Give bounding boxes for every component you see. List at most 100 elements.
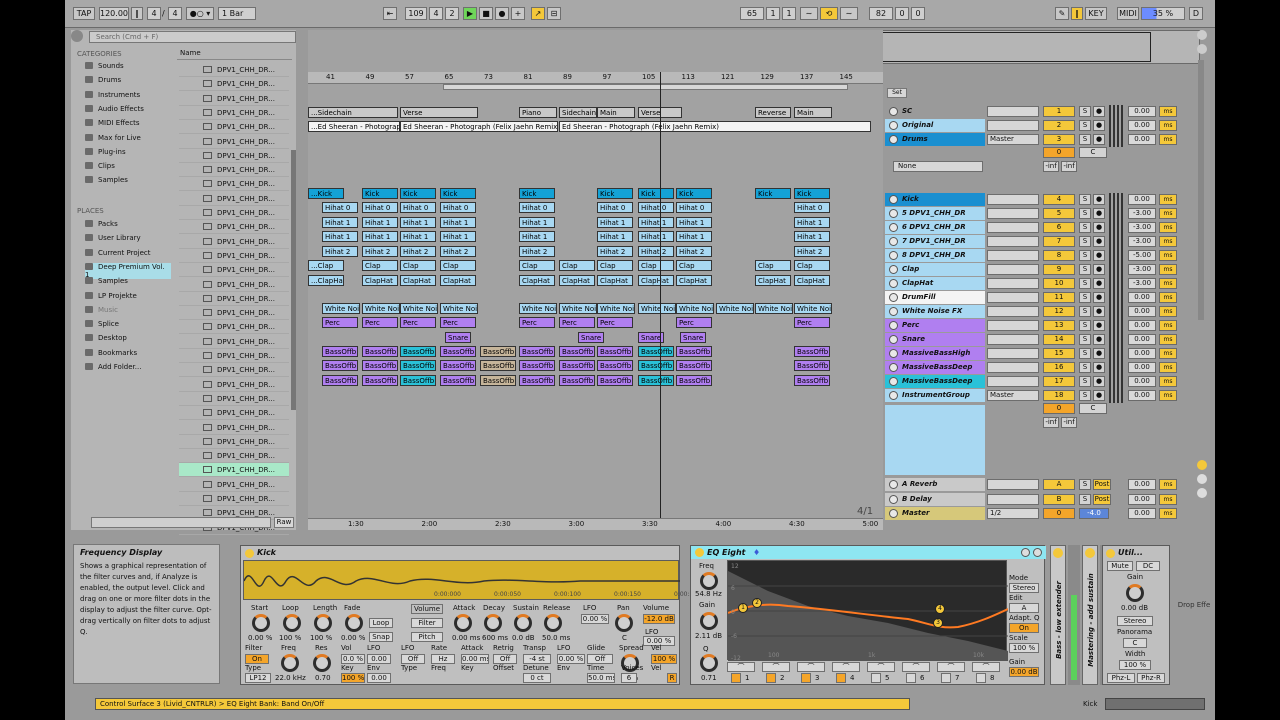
- category-item[interactable]: Samples: [85, 176, 128, 184]
- band-filter-type[interactable]: ⌒: [937, 662, 965, 672]
- midi-clip[interactable]: White Nois: [559, 303, 597, 314]
- volume-tab[interactable]: Volume: [411, 604, 443, 614]
- midi-clip[interactable]: BassOffb: [676, 360, 712, 371]
- midi-clip[interactable]: Perc: [676, 317, 712, 328]
- midi-clip[interactable]: Hihat 2: [400, 246, 436, 257]
- detune-value[interactable]: 0 ct: [523, 673, 551, 683]
- midi-clip[interactable]: Snare: [680, 332, 706, 343]
- track-name[interactable]: MassiveBassDeep: [885, 375, 985, 388]
- input-select[interactable]: None: [893, 161, 983, 172]
- midi-clip[interactable]: BassOffb: [559, 346, 595, 357]
- envelope-knob[interactable]: [454, 614, 472, 632]
- midi-clip[interactable]: ClapHat: [519, 275, 555, 286]
- file-item[interactable]: DPV1_CHH_DR...: [179, 263, 289, 278]
- solo-button[interactable]: S: [1079, 236, 1091, 247]
- midi-clip[interactable]: ...ClapHat: [308, 275, 344, 286]
- track-header[interactable]: Snare 14 S ● 0.00 ms: [885, 333, 1185, 347]
- track-activator-icon[interactable]: [889, 195, 898, 204]
- return-io-slot[interactable]: 1/2: [987, 508, 1039, 519]
- track-name[interactable]: ClapHat: [885, 277, 985, 290]
- adapt-q-button[interactable]: On: [1009, 623, 1039, 633]
- midi-clip[interactable]: Hihat 2: [794, 246, 830, 257]
- track-activator-icon[interactable]: [889, 363, 898, 372]
- overdub-icon[interactable]: +: [511, 7, 525, 20]
- transpose-value[interactable]: -4 st: [523, 654, 551, 664]
- file-item[interactable]: DPV1_CHH_DR...: [179, 421, 289, 435]
- track-name[interactable]: 6 DPV1_CHH_DR: [885, 221, 985, 234]
- file-item[interactable]: DPV1_CHH_DR...: [179, 149, 289, 163]
- category-item[interactable]: Clips: [85, 162, 115, 170]
- midi-clip[interactable]: Hihat 1: [440, 231, 476, 242]
- track-delay-unit[interactable]: ms: [1159, 106, 1177, 117]
- place-item[interactable]: Music: [85, 305, 171, 314]
- gain-knob[interactable]: [700, 612, 718, 630]
- track-delay-unit[interactable]: ms: [1159, 390, 1177, 401]
- midi-clip[interactable]: White Nois: [440, 303, 478, 314]
- file-item[interactable]: DPV1_CHH_DR...: [179, 63, 289, 77]
- browser-toggle-icon[interactable]: [71, 30, 83, 42]
- arm-button[interactable]: ●: [1093, 120, 1105, 131]
- solo-button[interactable]: S: [1079, 250, 1091, 261]
- solo-button[interactable]: S: [1079, 278, 1091, 289]
- file-item[interactable]: DPV1_CHH_DR...: [179, 177, 289, 192]
- circle-icon[interactable]: [1197, 488, 1207, 498]
- arm-button[interactable]: ●: [1093, 264, 1105, 275]
- file-item[interactable]: DPV1_CHH_DR...: [179, 406, 289, 421]
- track-header[interactable]: 6 DPV1_CHH_DR 6 S ● -3.00 ms: [885, 221, 1185, 235]
- category-item[interactable]: Sounds: [85, 62, 124, 70]
- track-name[interactable]: Kick: [885, 193, 985, 206]
- freq-knob[interactable]: [281, 654, 299, 672]
- file-item[interactable]: DPV1_CHH_DR...: [179, 492, 289, 506]
- file-item[interactable]: DPV1_CHH_DR...: [179, 349, 289, 363]
- track-header[interactable]: MassiveBassDeep 17 S ● 0.00 ms: [885, 375, 1185, 389]
- midi-clip[interactable]: BassOffb: [362, 360, 398, 371]
- solo-button[interactable]: S: [1079, 134, 1091, 145]
- category-item[interactable]: Plug-ins: [85, 147, 126, 156]
- filter-tab[interactable]: Filter: [411, 618, 443, 628]
- solo-button[interactable]: S: [1079, 479, 1091, 490]
- midi-clip[interactable]: Hihat 2: [676, 246, 712, 257]
- file-item[interactable]: DPV1_CHH_DR...: [179, 278, 289, 292]
- eq-filter-dot[interactable]: 1: [738, 603, 748, 613]
- position-beats[interactable]: 4: [429, 7, 443, 20]
- return-track-name[interactable]: B Delay: [885, 492, 985, 506]
- search-input[interactable]: Search (Cmd + F): [89, 31, 296, 43]
- track-delay-unit[interactable]: ms: [1159, 508, 1177, 519]
- track-number[interactable]: 1: [1043, 106, 1075, 117]
- category-item[interactable]: Audio Effects: [85, 104, 144, 113]
- arm-button[interactable]: ●: [1093, 106, 1105, 117]
- midi-clip[interactable]: BassOffb: [440, 360, 476, 371]
- band-on-toggle[interactable]: [976, 673, 986, 683]
- arm-button[interactable]: ●: [1093, 134, 1105, 145]
- band-on-toggle[interactable]: [731, 673, 741, 683]
- post-button[interactable]: Post: [1093, 479, 1111, 490]
- save-preset-icon[interactable]: [1033, 548, 1042, 557]
- track-io-slot[interactable]: [987, 376, 1039, 387]
- width-value[interactable]: 100 %: [1119, 660, 1151, 670]
- track-io-slot[interactable]: [987, 106, 1039, 117]
- place-item[interactable]: LP Projekte: [85, 291, 171, 300]
- time-ruler[interactable]: 1:30 2:00 2:30 3:00 3:30 4:00 4:30 5:00: [308, 518, 883, 530]
- track-header[interactable]: White Noise FX 12 S ● 0.00 ms: [885, 305, 1185, 319]
- punch-out-icon[interactable]: ∼: [840, 7, 858, 20]
- pan-knob[interactable]: [615, 614, 633, 632]
- midi-clip[interactable]: BassOffb: [676, 346, 712, 357]
- arm-button[interactable]: ●: [1093, 362, 1105, 373]
- retrigger-r-button[interactable]: R: [667, 673, 677, 683]
- tempo-field[interactable]: 120.00: [99, 7, 129, 20]
- midi-clip[interactable]: White Nois: [676, 303, 714, 314]
- midi-clip[interactable]: Clap: [597, 260, 633, 271]
- panorama-value[interactable]: C: [1123, 638, 1147, 648]
- midi-clip[interactable]: Hihat 0: [362, 202, 398, 213]
- eq-filter-dot[interactable]: 3: [933, 618, 943, 628]
- track-volume[interactable]: 0.00: [1128, 334, 1156, 345]
- return-volume[interactable]: 0.00: [1128, 493, 1156, 505]
- solo-button[interactable]: S: [1079, 376, 1091, 387]
- band-on-toggle[interactable]: [801, 673, 811, 683]
- file-item[interactable]: DPV1_CHH_DR...: [179, 92, 289, 106]
- midi-clip[interactable]: ClapHat: [440, 275, 476, 286]
- follow-icon[interactable]: ⇤: [383, 7, 397, 20]
- track-activator-icon[interactable]: [889, 107, 898, 116]
- arm-button[interactable]: ●: [1093, 278, 1105, 289]
- glide-time-value[interactable]: 50.0 ms: [587, 673, 615, 683]
